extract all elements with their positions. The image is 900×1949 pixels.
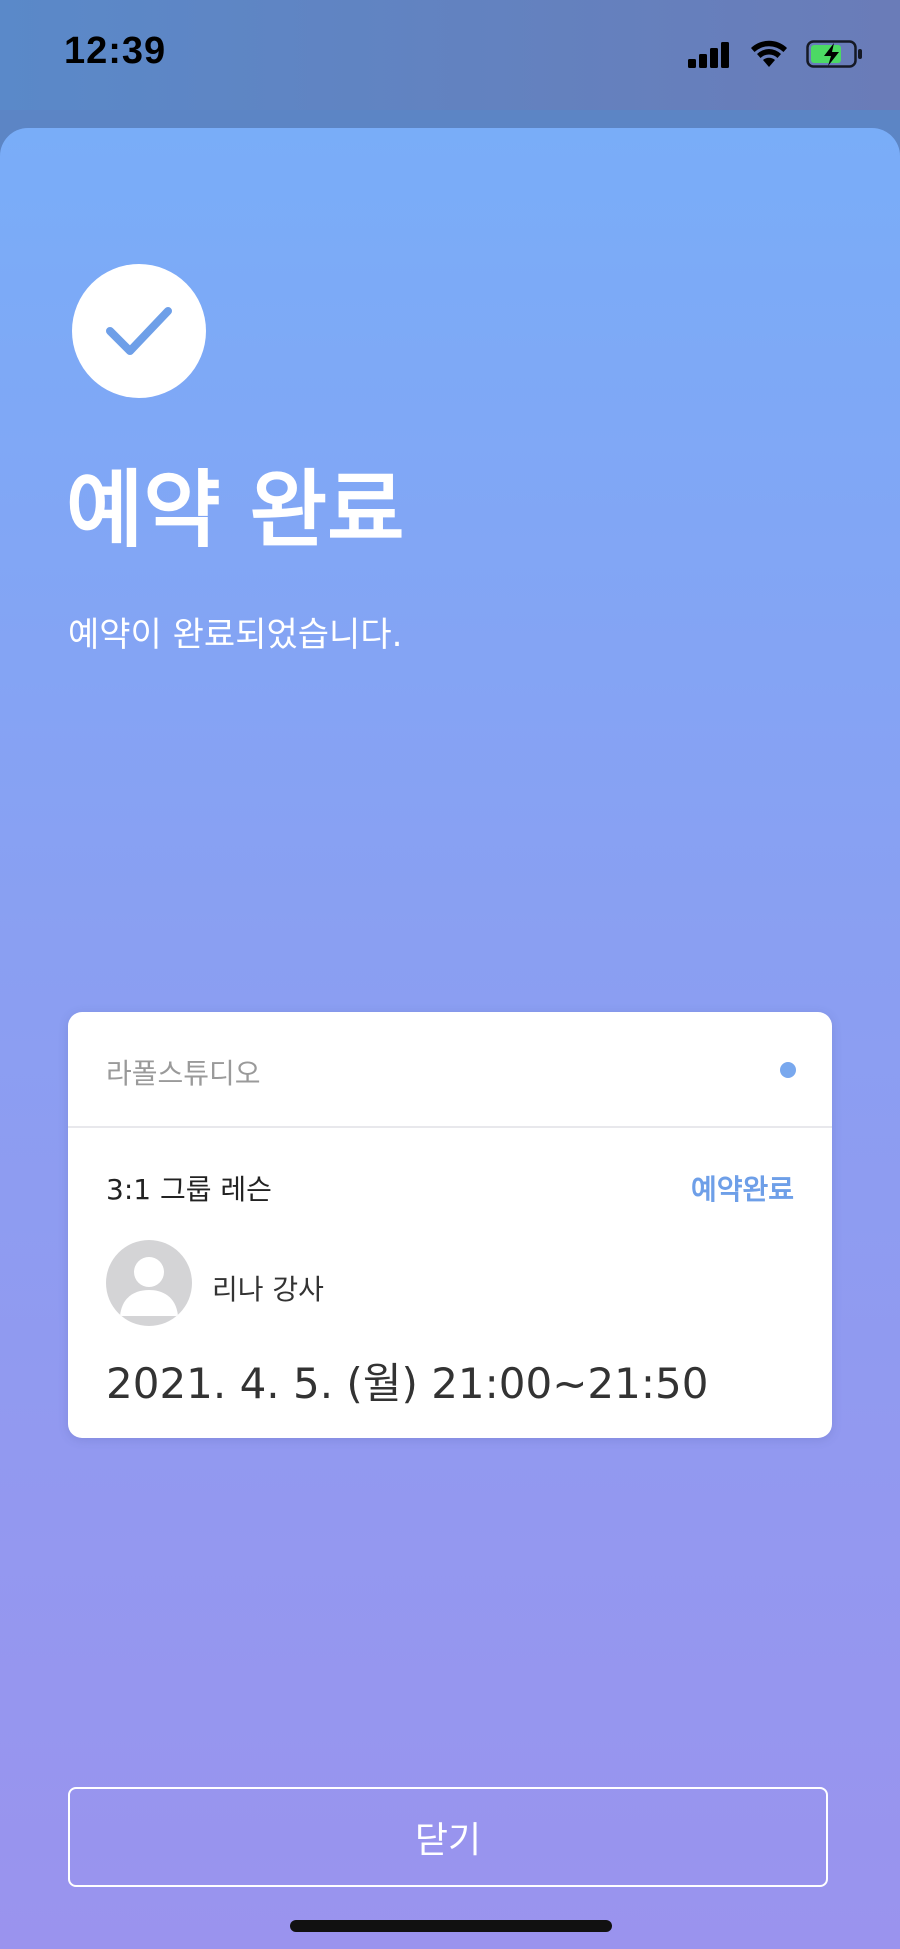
studio-name: 라폴스튜디오 [106, 1057, 261, 1090]
status-icons [688, 40, 864, 72]
wifi-icon [750, 40, 788, 72]
booking-status-badge: 예약완료 [690, 1173, 794, 1206]
person-icon [120, 1257, 178, 1316]
booking-datetime: 2021. 4. 5. (월) 21:00~21:50 [106, 1359, 709, 1408]
close-button[interactable]: 닫기 [68, 1787, 828, 1887]
page-title: 예약 완료 [66, 461, 405, 559]
card-header: 라폴스튜디오 [68, 1012, 832, 1128]
check-icon [106, 307, 172, 355]
home-indicator[interactable] [290, 1920, 612, 1932]
check-circle [72, 264, 206, 398]
status-bar: 12:39 [0, 0, 900, 110]
avatar [106, 1240, 192, 1326]
booking-card: 라폴스튜디오 3:1 그룹 레슨 예약완료 리나 강사 2021. 4. 5. … [68, 1012, 832, 1438]
teacher-name: 리나 강사 [212, 1273, 324, 1306]
confirmation-message: 예약이 완료되었습니다. [68, 615, 403, 655]
signal-icon [688, 40, 732, 72]
confirmation-sheet: 예약 완료 예약이 완료되었습니다. 라폴스튜디오 3:1 그룹 레슨 예약완료… [0, 128, 900, 1949]
battery-charging-icon [806, 40, 864, 72]
status-dot-icon [780, 1062, 796, 1078]
lesson-name: 3:1 그룹 레슨 [106, 1173, 272, 1206]
status-time: 12:39 [64, 30, 167, 72]
